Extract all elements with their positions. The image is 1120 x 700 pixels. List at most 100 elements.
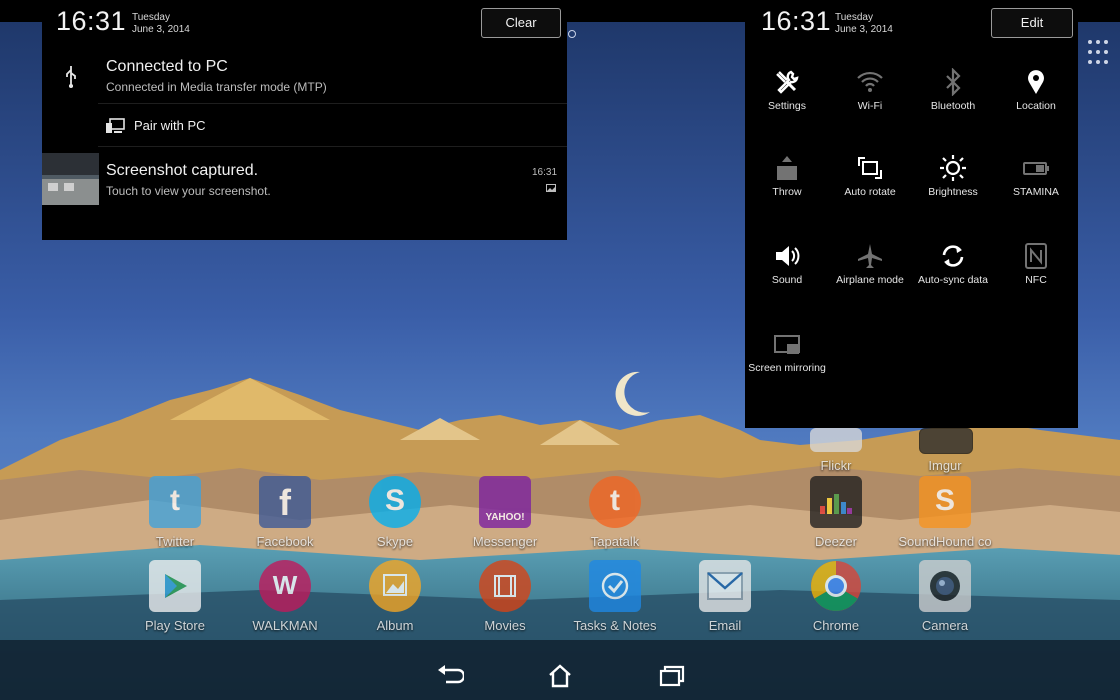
app-tasks-notes[interactable]: Tasks & Notes — [560, 560, 670, 640]
app-movies[interactable]: Movies — [450, 560, 560, 640]
pair-pc-icon — [106, 118, 125, 133]
tile-screen-mirroring[interactable]: Screen mirroring — [745, 326, 829, 406]
imgur-icon — [919, 428, 973, 454]
notification-title: Screenshot captured. — [106, 162, 259, 179]
app-messenger[interactable]: YAHOO! Messenger — [450, 476, 560, 556]
tile-sound[interactable]: Sound — [745, 238, 829, 318]
app-imgur[interactable]: Imgur — [890, 400, 1000, 480]
clear-button[interactable]: Clear — [481, 8, 561, 38]
app-label: Movies — [484, 618, 526, 633]
app-album[interactable]: Album — [340, 560, 450, 640]
app-label: Tapatalk — [590, 534, 640, 549]
app-label: Play Store — [145, 618, 205, 633]
app-facebook[interactable]: f Facebook — [230, 476, 340, 556]
app-deezer[interactable]: Deezer — [781, 476, 891, 556]
tile-nfc[interactable]: NFC — [994, 238, 1078, 318]
notification-title: Connected to PC — [106, 58, 228, 75]
tile-label: NFC — [1025, 274, 1047, 286]
app-drawer-icon[interactable] — [1086, 38, 1110, 68]
notification-subtitle: Connected in Media transfer mode (MTP) — [106, 80, 327, 94]
date-day: Tuesday — [835, 12, 873, 23]
app-skype[interactable]: S Skype — [340, 476, 450, 556]
app-label: Messenger — [472, 534, 538, 549]
tile-location[interactable]: Location — [994, 64, 1078, 144]
tile-auto-sync[interactable]: Auto-sync data — [911, 238, 995, 318]
tile-bluetooth[interactable]: Bluetooth — [911, 64, 995, 144]
tile-label: Wi-Fi — [857, 100, 883, 112]
app-label: Camera — [921, 618, 969, 633]
brightness-icon — [940, 155, 966, 181]
email-icon — [699, 560, 751, 612]
app-label: Chrome — [812, 618, 860, 633]
home-icon[interactable] — [546, 664, 574, 688]
tile-label: Throw — [772, 186, 802, 198]
app-label: Imgur — [928, 458, 962, 473]
skype-icon: S — [369, 476, 421, 528]
app-chrome[interactable]: Chrome — [781, 560, 891, 640]
app-email[interactable]: Email — [670, 560, 780, 640]
notification-screenshot[interactable]: Screenshot captured. Touch to view your … — [42, 150, 567, 208]
tile-label: Screen mirroring — [748, 362, 826, 374]
app-label: Album — [376, 618, 414, 633]
rotate-icon — [858, 157, 882, 179]
tile-brightness[interactable]: Brightness — [911, 150, 995, 230]
notification-usb[interactable]: Connected to PC Connected in Media trans… — [42, 50, 567, 104]
tile-label: Bluetooth — [930, 100, 976, 112]
tapatalk-icon: t — [589, 476, 641, 528]
tasks-notes-icon — [589, 560, 641, 612]
screen-mirroring-icon — [774, 335, 800, 354]
play-store-icon — [149, 560, 201, 612]
notification-title: Pair with PC — [134, 118, 206, 133]
clock: 16:31 — [56, 6, 127, 36]
twitter-icon: t — [149, 476, 201, 528]
wifi-icon — [857, 71, 883, 92]
app-label: Email — [708, 618, 742, 633]
divider — [98, 146, 567, 147]
tile-throw[interactable]: Throw — [745, 150, 829, 230]
notification-pair[interactable]: Pair with PC — [42, 108, 567, 144]
battery-icon — [1023, 162, 1049, 175]
walkman-icon: W — [259, 560, 311, 612]
app-label: WALKMAN — [252, 618, 318, 633]
tile-auto-rotate[interactable]: Auto rotate — [828, 150, 912, 230]
bluetooth-icon — [946, 68, 961, 96]
app-camera[interactable]: Camera — [890, 560, 1000, 640]
app-tapatalk[interactable]: t Tapatalk — [560, 476, 670, 556]
clock: 16:31 — [761, 6, 832, 36]
divider — [98, 103, 567, 104]
tile-label: Airplane mode — [836, 274, 904, 286]
page-indicator — [568, 30, 576, 38]
tools-icon — [776, 70, 799, 94]
flickr-icon — [810, 428, 862, 452]
edit-button[interactable]: Edit — [991, 8, 1073, 38]
app-flickr[interactable]: Flickr — [781, 400, 891, 480]
yahoo-messenger-icon: YAHOO! — [479, 476, 531, 528]
date-day: Tuesday — [132, 12, 170, 23]
date-full: June 3, 2014 — [835, 24, 893, 35]
tile-settings[interactable]: Settings — [745, 64, 829, 144]
deezer-icon — [810, 476, 862, 528]
app-soundhound[interactable]: S SoundHound co — [890, 476, 1000, 556]
notification-subtitle: Touch to view your screenshot. — [106, 184, 271, 198]
app-label: Tasks & Notes — [573, 618, 657, 633]
usb-icon — [66, 66, 76, 88]
speaker-icon — [776, 246, 800, 266]
tile-wifi[interactable]: Wi-Fi — [828, 64, 912, 144]
movies-icon — [479, 560, 531, 612]
screenshot-thumbnail — [42, 153, 99, 205]
tile-label: Auto rotate — [844, 186, 896, 198]
date-full: June 3, 2014 — [132, 24, 190, 35]
notification-time: 16:31 — [532, 167, 558, 178]
tile-stamina[interactable]: STAMINA — [994, 150, 1078, 230]
tile-airplane-mode[interactable]: Airplane mode — [828, 238, 912, 318]
back-icon[interactable] — [436, 664, 464, 688]
app-label: Flickr — [820, 458, 852, 473]
app-walkman[interactable]: W WALKMAN — [230, 560, 340, 640]
album-icon — [369, 560, 421, 612]
tile-label: Settings — [768, 100, 806, 112]
location-pin-icon — [1028, 70, 1044, 94]
chrome-icon — [810, 560, 862, 612]
app-play-store[interactable]: Play Store — [120, 560, 230, 640]
recent-apps-icon[interactable] — [658, 664, 686, 688]
app-twitter[interactable]: t Twitter — [120, 476, 230, 556]
